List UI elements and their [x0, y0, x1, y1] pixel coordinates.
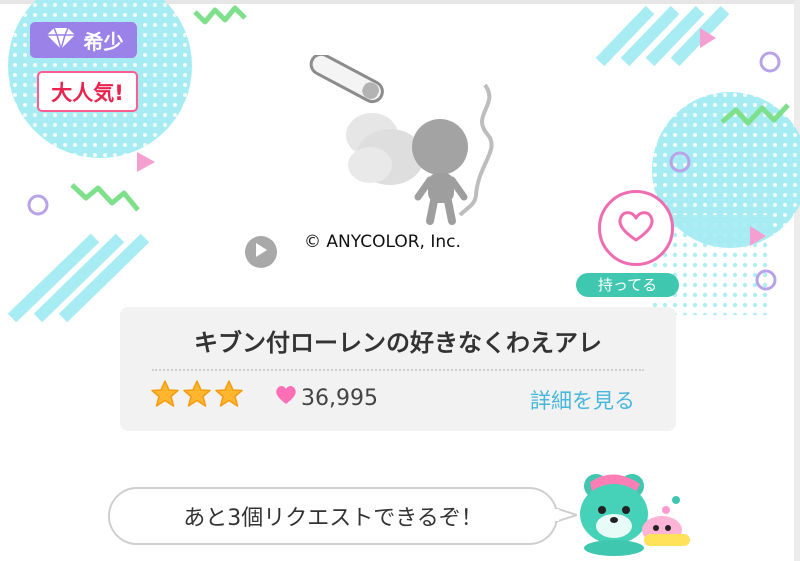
song-info-card: キブン付ローレンの好きなくわえアレ 36,995 詳細を見る [120, 307, 676, 431]
play-icon [254, 242, 268, 262]
owned-badge: 持ってる [576, 273, 679, 297]
copyright-text: © ANYCOLOR, Inc. [304, 232, 461, 252]
star-icon [150, 379, 180, 413]
play-button[interactable] [245, 236, 277, 268]
likes-value: 36,995 [301, 385, 378, 411]
song-title: キブン付ローレンの好きなくわえアレ [194, 329, 602, 357]
rating-stars [150, 379, 244, 413]
divider [152, 369, 644, 371]
favorite-button[interactable] [598, 190, 674, 266]
likes-count: 36,995 [275, 385, 378, 411]
diamond-icon [44, 26, 78, 55]
heart-icon [275, 385, 297, 411]
request-message-bubble: あと3個リクエストできるぞ！ [108, 487, 558, 545]
popular-badge: 大人気! [37, 71, 138, 112]
mascot [580, 474, 690, 556]
star-icon [182, 379, 212, 413]
star-icon [214, 379, 244, 413]
details-link[interactable]: 詳細を見る [530, 385, 635, 415]
rare-badge: 希少 [30, 22, 137, 58]
rare-label: 希少 [83, 29, 124, 54]
song-artwork [309, 55, 494, 225]
heart-icon [617, 209, 655, 247]
